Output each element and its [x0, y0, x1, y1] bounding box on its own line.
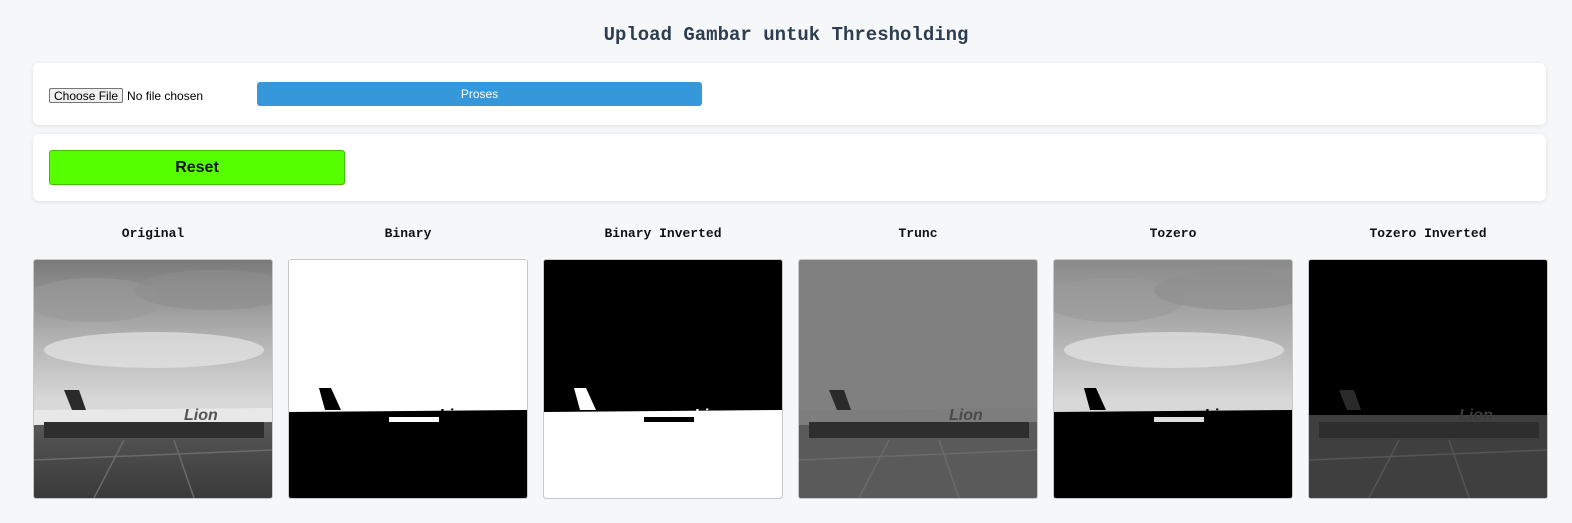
result-label: Trunc — [898, 226, 938, 241]
plane-livery-text: Lion — [184, 407, 218, 424]
result-trunc: Trunc Lion — [798, 226, 1038, 499]
result-image-binary-inverted: Lion — [543, 259, 783, 499]
choose-file-button[interactable]: Choose File — [49, 88, 124, 103]
plane-livery-text: Lion — [694, 407, 728, 424]
airplane-image: Lion — [1309, 260, 1547, 498]
airplane-image: Lion — [1054, 260, 1292, 498]
result-image-original: Lion — [33, 259, 273, 499]
airplane-image: Lion — [799, 260, 1037, 498]
result-binary-inverted: Binary Inverted Lion — [543, 226, 783, 499]
result-label: Tozero Inverted — [1369, 226, 1487, 241]
plane-livery-text: Lion — [1204, 407, 1238, 424]
airplane-image: Lion — [289, 260, 527, 498]
result-label: Original — [121, 226, 185, 241]
result-label: Binary Inverted — [604, 226, 722, 241]
reset-card: Reset — [33, 134, 1546, 201]
result-tozero: Tozero Lion — [1053, 226, 1293, 499]
result-tozero-inverted: Tozero Inverted Lion — [1308, 226, 1548, 499]
result-image-tozero: Lion — [1053, 259, 1293, 499]
process-button[interactable]: Proses — [257, 82, 702, 106]
result-label: Binary — [384, 226, 432, 241]
result-image-trunc: Lion — [798, 259, 1038, 499]
page-title: Upload Gambar untuk Thresholding — [603, 24, 969, 46]
upload-card: Choose File No file chosen Proses — [33, 63, 1546, 125]
airplane-image: Lion — [544, 260, 782, 498]
airplane-image: Lion — [34, 260, 272, 498]
reset-button[interactable]: Reset — [49, 150, 345, 185]
plane-livery-text: Lion — [949, 407, 983, 424]
plane-livery-text: Lion — [1459, 407, 1493, 424]
file-input[interactable]: Choose File No file chosen — [49, 88, 203, 103]
file-status-text: No file chosen — [127, 88, 204, 103]
result-binary: Binary Lion — [288, 226, 528, 499]
result-image-tozero-inverted: Lion — [1308, 259, 1548, 499]
page: Upload Gambar untuk Thresholding Choose … — [0, 0, 1572, 523]
plane-livery-text: Lion — [439, 407, 473, 424]
result-original: Original Lion — [33, 226, 273, 499]
result-image-binary: Lion — [288, 259, 528, 499]
result-label: Tozero — [1149, 226, 1197, 241]
